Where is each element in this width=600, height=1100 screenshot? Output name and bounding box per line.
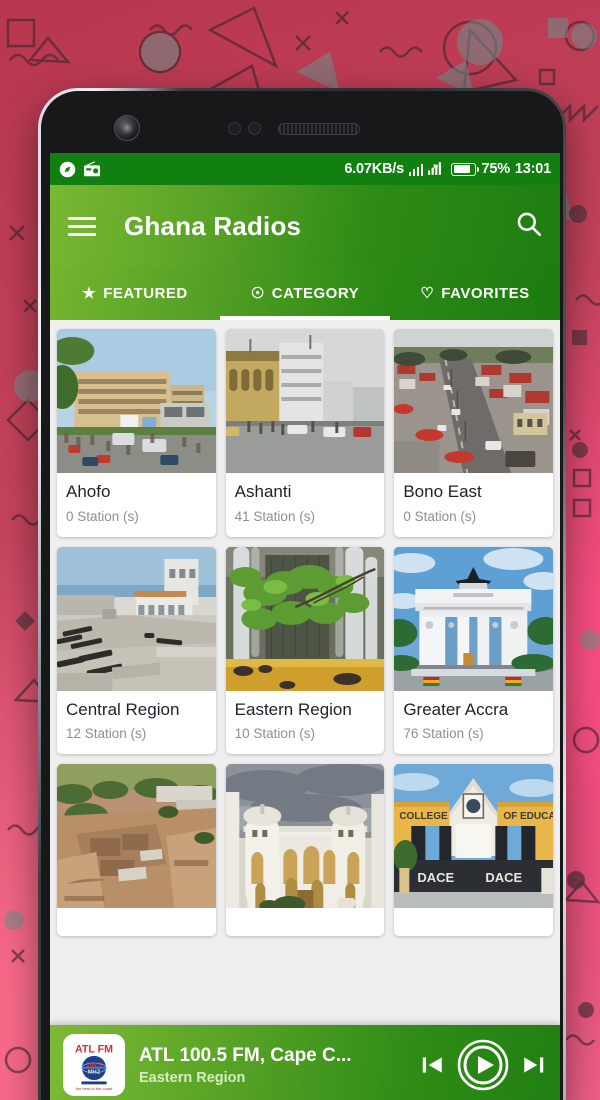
heart-outline-icon: ♡	[420, 285, 435, 302]
card-thumbnail	[57, 546, 216, 691]
hamburger-menu-icon[interactable]	[68, 216, 96, 236]
station-logo: ATL FM 100.5 MHZ the best of the coast	[63, 1034, 125, 1096]
card-thumbnail	[225, 546, 385, 691]
compass-icon	[59, 161, 76, 177]
svg-text:OF EDUCA: OF EDUCA	[504, 811, 553, 822]
cape-coast-castle-cannons-image	[57, 546, 216, 691]
card-title: Greater Accra	[403, 699, 509, 719]
category-grid: Ahofo 0 Station (s) Ashanti 41 Station (…	[57, 329, 553, 937]
svg-text:100.5: 100.5	[86, 1062, 102, 1069]
signal-bars-icon	[408, 163, 424, 176]
svg-text:DACE: DACE	[486, 870, 523, 885]
card-title: Central Region	[66, 699, 180, 719]
tab-featured[interactable]: ★ FEATURED	[50, 267, 220, 320]
college-of-education-gate-image: COLLEGE OF EDUCA DACE DACE	[394, 764, 553, 909]
phone-screen: 6.07KB/s H+ 75% 13:01 Ghana Radios ★ FEA…	[50, 153, 560, 1100]
earpiece-speaker	[278, 123, 360, 135]
svg-text:DACE: DACE	[418, 870, 455, 885]
category-card[interactable]	[57, 764, 216, 937]
phone-top-bezel	[50, 91, 554, 153]
category-card[interactable]: Ashanti 41 Station (s)	[225, 329, 385, 537]
tab-bar: ★ FEATURED ☉ CATEGORY ♡ FAVORITES	[50, 267, 560, 320]
card-title: Ahofo	[66, 482, 111, 501]
card-title: Bono East	[403, 482, 482, 501]
tab-favorites-label: FAVORITES	[441, 285, 530, 302]
target-circle-icon: ☉	[250, 285, 265, 302]
star-icon: ★	[82, 285, 97, 302]
page-title: Ghana Radios	[124, 210, 302, 241]
card-thumbnail	[225, 329, 385, 473]
card-station-count: 76 Station (s)	[403, 726, 484, 742]
card-station-count: 12 Station (s)	[66, 726, 147, 742]
category-card[interactable]: COLLEGE OF EDUCA DACE DACE	[394, 764, 553, 937]
skip-next-icon[interactable]	[521, 1052, 547, 1078]
ruins-archaeological-site-image	[57, 764, 216, 909]
card-station-count: 41 Station (s)	[234, 508, 315, 524]
battery-percent-text: 75%	[481, 161, 510, 177]
card-thumbnail	[57, 329, 216, 473]
category-card[interactable]: Bono East 0 Station (s)	[394, 329, 553, 537]
category-card[interactable]: Ahofo 0 Station (s)	[57, 329, 216, 537]
svg-text:MHZ: MHZ	[88, 1070, 101, 1076]
card-station-count: 0 Station (s)	[403, 508, 477, 524]
proximity-sensor-icon	[228, 122, 241, 135]
tab-category-label: CATEGORY	[271, 285, 360, 302]
category-grid-container[interactable]: Ahofo 0 Station (s) Ashanti 41 Station (…	[50, 320, 560, 1100]
clock-text: 13:01	[514, 161, 551, 177]
category-card[interactable]: Greater Accra 76 Station (s)	[394, 546, 553, 755]
svg-text:the best of the coast: the best of the coast	[76, 1086, 113, 1091]
tab-category[interactable]: ☉ CATEGORY	[220, 267, 390, 320]
kumasi-street-scene-image	[225, 329, 385, 473]
tab-featured-label: FEATURED	[103, 285, 188, 302]
status-bar: 6.07KB/s H+ 75% 13:01	[50, 153, 560, 185]
network-speed-text: 6.07KB/s	[344, 161, 404, 177]
category-card[interactable]: Central Region 12 Station (s)	[57, 546, 216, 755]
light-sensor-icon	[248, 122, 261, 135]
card-station-count: 10 Station (s)	[234, 726, 315, 742]
tab-favorites[interactable]: ♡ FAVORITES	[390, 267, 560, 320]
accra-street-buildings-image	[57, 329, 216, 473]
skip-previous-icon[interactable]	[419, 1052, 445, 1078]
now-playing-subtitle: Eastern Region	[139, 1069, 246, 1086]
card-station-count: 0 Station (s)	[66, 508, 139, 524]
white-domed-palace-image	[225, 764, 385, 909]
app-bar: Ghana Radios	[50, 185, 560, 267]
svg-text:H+: H+	[434, 164, 443, 171]
card-thumbnail: COLLEGE OF EDUCA DACE DACE	[394, 764, 553, 909]
play-icon[interactable]	[457, 1039, 509, 1091]
card-thumbnail	[57, 764, 216, 909]
card-thumbnail	[394, 546, 553, 691]
card-title: Ashanti	[234, 482, 292, 501]
search-icon[interactable]	[515, 210, 542, 242]
category-card[interactable]: Eastern Region 10 Station (s)	[225, 546, 385, 755]
battery-icon	[451, 162, 480, 176]
card-thumbnail	[394, 329, 553, 473]
now-playing-bar[interactable]: ATL FM 100.5 MHZ the best of the coast A…	[50, 1025, 560, 1100]
category-card[interactable]	[225, 764, 385, 937]
front-camera-icon	[114, 115, 140, 141]
svg-text:ATL FM: ATL FM	[75, 1043, 113, 1055]
wifi-signal-icon: H+	[428, 162, 443, 175]
now-playing-title: ATL 100.5 FM, Cape C...	[139, 1044, 352, 1066]
atl-fm-logo-icon: ATL FM 100.5 MHZ the best of the coast	[65, 1036, 123, 1094]
svg-text:COLLEGE: COLLEGE	[400, 811, 449, 822]
card-title: Eastern Region	[234, 699, 352, 719]
boti-waterfalls-image	[225, 546, 385, 691]
card-thumbnail	[225, 764, 385, 909]
radio-icon	[84, 161, 100, 177]
aerial-market-road-image	[394, 329, 553, 473]
phone-device-frame: 6.07KB/s H+ 75% 13:01 Ghana Radios ★ FEA…	[38, 88, 566, 1100]
independence-black-star-arch-image	[394, 546, 553, 691]
